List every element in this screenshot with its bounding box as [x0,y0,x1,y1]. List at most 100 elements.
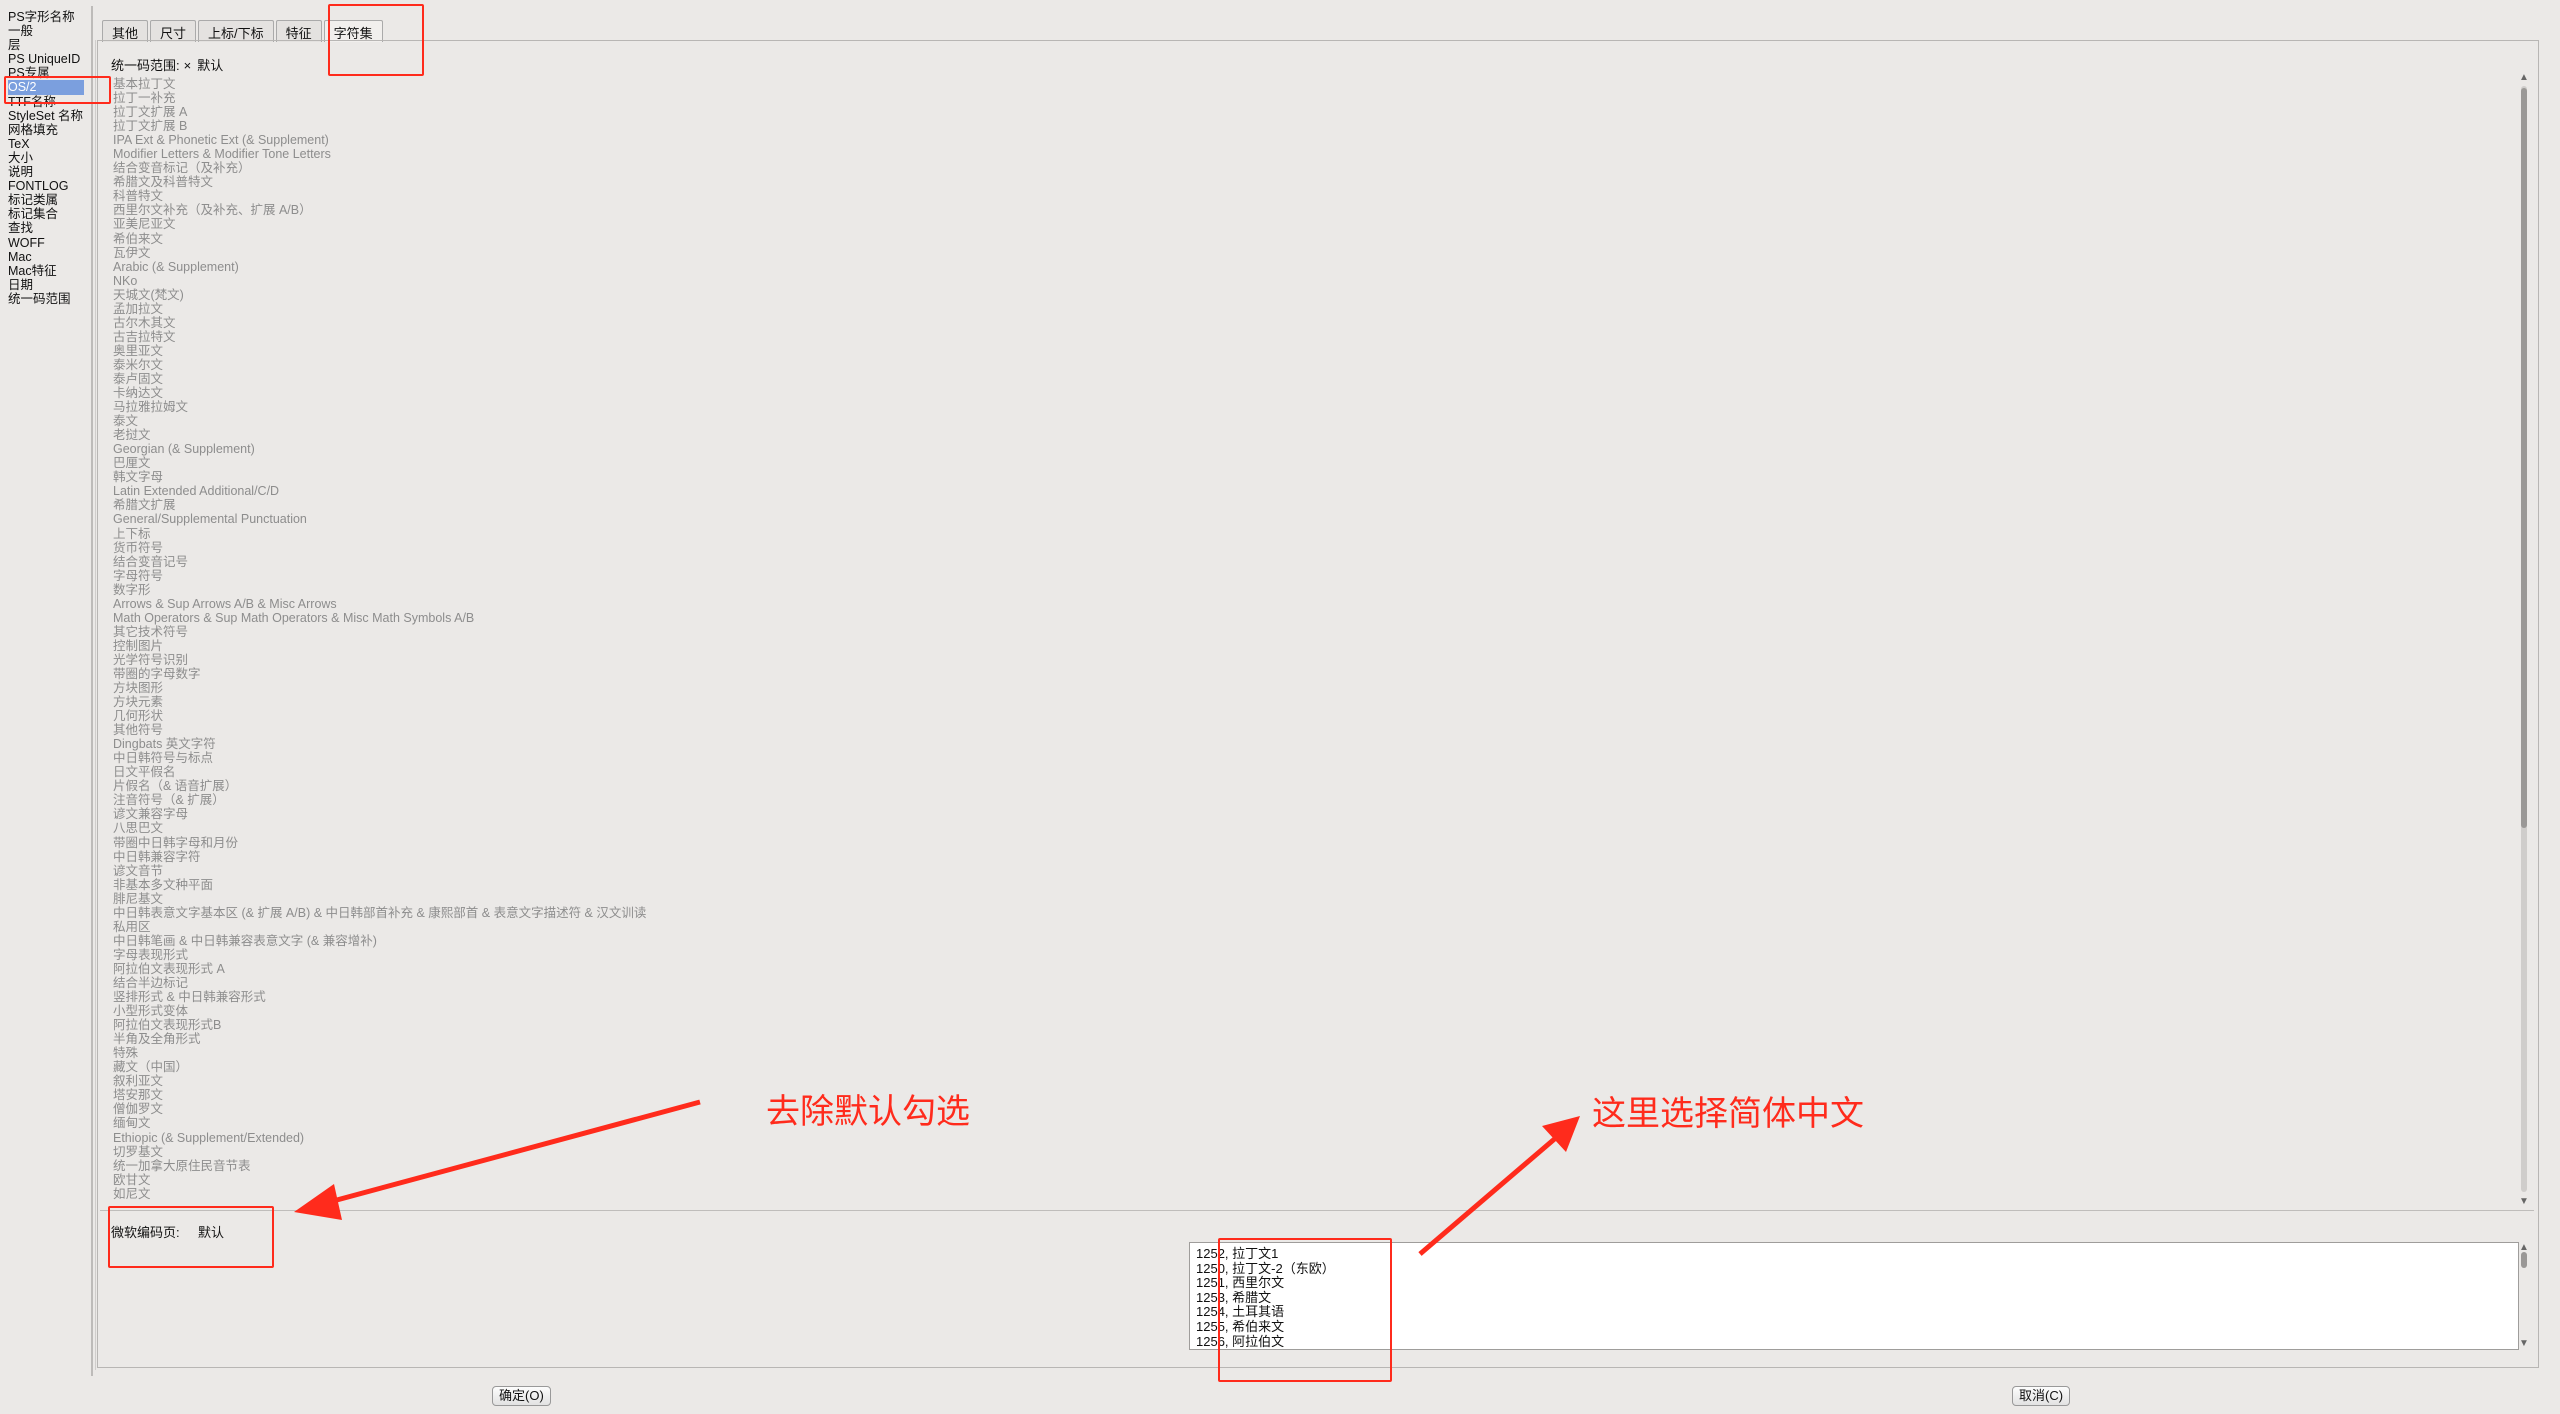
sidebar-item[interactable]: 统一码范围 [8,292,90,306]
unicode-range-item[interactable]: 希腊文扩展 [113,498,2493,512]
unicode-range-item[interactable]: 古尔木其文 [113,316,2493,330]
unicode-range-item[interactable]: Arrows & Sup Arrows A/B & Misc Arrows [113,597,2493,611]
unicode-range-item[interactable]: 基本拉丁文 [113,77,2493,91]
unicode-range-item[interactable]: 如尼文 [113,1187,2493,1201]
unicode-range-item[interactable]: 结合变音标记（及补充） [113,161,2493,175]
unicode-range-list[interactable]: 基本拉丁文 拉丁一补充 拉丁文扩展 A 拉丁文扩展 B IPA Ext & Phonet… [113,77,2493,1203]
unicode-range-item[interactable]: 上下标 [113,527,2493,541]
sidebar-item[interactable]: PS UniqueID [8,52,90,66]
sidebar-item[interactable]: 查找 [8,221,90,235]
sidebar-item[interactable]: 日期 [8,278,90,292]
sidebar-item[interactable]: StyleSet 名称 [8,109,90,123]
unicode-range-item[interactable]: 特殊 [113,1046,2493,1060]
unicode-range-item[interactable]: Modifier Letters & Modifier Tone Letters [113,147,2493,161]
sidebar-item[interactable]: Mac [8,250,90,264]
unicode-range-item[interactable]: 瓦伊文 [113,246,2493,260]
unicode-range-item[interactable]: 私用区 [113,920,2493,934]
unicode-range-item[interactable]: 非基本多文种平面 [113,878,2493,892]
unicode-range-item[interactable]: Arabic (& Supplement) [113,260,2493,274]
unicode-range-item[interactable]: 腓尼基文 [113,892,2493,906]
unicode-range-item[interactable]: 光学符号识别 [113,653,2493,667]
unicode-range-item[interactable]: 其它技术符号 [113,625,2493,639]
unicode-range-item[interactable]: 片假名（& 语音扩展） [113,779,2493,793]
clear-icon[interactable]: × [184,58,192,73]
unicode-range-item[interactable]: NKo [113,274,2493,288]
unicode-range-item[interactable]: 控制图片 [113,639,2493,653]
unicode-range-item[interactable]: 叙利亚文 [113,1074,2493,1088]
sidebar-item[interactable]: FONTLOG [8,179,90,193]
sidebar-item[interactable]: 大小 [8,151,90,165]
unicode-range-item[interactable]: 谚文音节 [113,864,2493,878]
unicode-range-item[interactable]: 货币符号 [113,541,2493,555]
unicode-range-item[interactable]: 数字形 [113,583,2493,597]
unicode-range-item[interactable]: General/Supplemental Punctuation [113,512,2493,526]
unicode-range-item[interactable]: 谚文兼容字母 [113,807,2493,821]
unicode-range-item[interactable]: 中日韩符号与标点 [113,751,2493,765]
unicode-range-item[interactable]: 小型形式变体 [113,1004,2493,1018]
unicode-range-item[interactable]: 欧甘文 [113,1173,2493,1187]
sidebar-item[interactable]: PS字形名称 [8,10,90,24]
unicode-range-item[interactable]: 希伯来文 [113,232,2493,246]
unicode-range-item[interactable]: 缅甸文 [113,1116,2493,1130]
unicode-range-item[interactable]: 方块图形 [113,681,2493,695]
scroll-up-icon[interactable]: ▲ [2518,72,2530,83]
unicode-range-item[interactable]: 其他符号 [113,723,2493,737]
unicode-range-item[interactable]: 泰卢固文 [113,372,2493,386]
sidebar-item[interactable]: 说明 [8,165,90,179]
unicode-range-item[interactable]: 古吉拉特文 [113,330,2493,344]
tab-item[interactable]: 尺寸 [150,20,197,42]
unicode-range-item[interactable]: 注音符号（& 扩展） [113,793,2493,807]
sidebar-item[interactable]: 网格填充 [8,123,90,137]
scroll-thumb[interactable] [2521,88,2527,828]
unicode-range-item[interactable]: Dingbats 英文字符 [113,737,2493,751]
unicode-range-item[interactable]: 拉丁文扩展 A [113,105,2493,119]
unicode-range-item[interactable]: 老挝文 [113,428,2493,442]
unicode-range-item[interactable]: 拉丁文扩展 B [113,119,2493,133]
unicode-range-item[interactable]: 希腊文及科普特文 [113,175,2493,189]
sidebar-item[interactable]: 层 [8,38,90,52]
sidebar-item[interactable]: Mac特征 [8,264,90,278]
tab-item[interactable]: 特征 [275,20,322,42]
scroll-thumb[interactable] [2521,1252,2527,1268]
unicode-range-item[interactable]: 统一加拿大原住民音节表 [113,1159,2493,1173]
unicode-range-item[interactable]: 巴厘文 [113,456,2493,470]
unicode-range-item[interactable]: 中日韩表意文字基本区 (& 扩展 A/B) & 中日韩部首补充 & 康熙部首 &… [113,906,2493,920]
unicode-range-item[interactable]: 科普特文 [113,189,2493,203]
unicode-range-item[interactable]: 字母表现形式 [113,948,2493,962]
unicode-range-item[interactable]: 泰米尔文 [113,358,2493,372]
unicode-range-item[interactable]: 半角及全角形式 [113,1032,2493,1046]
sidebar-item[interactable]: 一般 [8,24,90,38]
tab-item[interactable]: 其他 [102,20,149,42]
unicode-range-item[interactable]: 藏文（中国） [113,1060,2493,1074]
unicode-range-item[interactable]: 几何形状 [113,709,2493,723]
codepage-scrollbar[interactable]: ▲ ▼ [2518,1242,2530,1350]
scroll-down-icon[interactable]: ▼ [2518,1338,2530,1349]
unicode-range-item[interactable]: 拉丁一补充 [113,91,2493,105]
unicode-range-item[interactable]: Ethiopic (& Supplement/Extended) [113,1131,2493,1145]
unicode-range-item[interactable]: 日文平假名 [113,765,2493,779]
unicode-range-item[interactable]: 带圈中日韩字母和月份 [113,836,2493,850]
unicode-range-item[interactable]: 马拉雅拉姆文 [113,400,2493,414]
unicode-range-item[interactable]: 塔安那文 [113,1088,2493,1102]
sidebar-item[interactable]: TeX [8,137,90,151]
unicode-range-item[interactable]: 阿拉伯文表现形式B [113,1018,2493,1032]
cancel-button[interactable]: 取消(C) [2012,1386,2071,1406]
unicode-range-item[interactable]: 竖排形式 & 中日韩兼容形式 [113,990,2493,1004]
unicode-range-item[interactable]: 卡纳达文 [113,386,2493,400]
unicode-range-item[interactable]: 亚美尼亚文 [113,217,2493,231]
unicode-range-item[interactable]: 泰文 [113,414,2493,428]
unicode-range-item[interactable]: Georgian (& Supplement) [113,442,2493,456]
unicode-range-item[interactable]: 孟加拉文 [113,302,2493,316]
ok-button[interactable]: 确定(O) [492,1386,551,1406]
unicode-range-item[interactable]: Math Operators & Sup Math Operators & Mi… [113,611,2493,625]
unicode-range-item[interactable]: 韩文字母 [113,470,2493,484]
unicode-range-item[interactable]: 方块元素 [113,695,2493,709]
sidebar-divider[interactable] [91,6,93,1376]
unicode-range-item[interactable]: 中日韩笔画 & 中日韩兼容表意文字 (& 兼容增补) [113,934,2493,948]
unicode-range-item[interactable]: 阿拉伯文表现形式 A [113,962,2493,976]
scroll-down-icon[interactable]: ▼ [2518,1196,2530,1207]
unicode-range-item[interactable]: 中日韩兼容字符 [113,850,2493,864]
unicode-range-item[interactable]: IPA Ext & Phonetic Ext (& Supplement) [113,133,2493,147]
unicode-range-item[interactable]: 天城文(梵文) [113,288,2493,302]
sidebar-item[interactable]: WOFF [8,236,90,250]
